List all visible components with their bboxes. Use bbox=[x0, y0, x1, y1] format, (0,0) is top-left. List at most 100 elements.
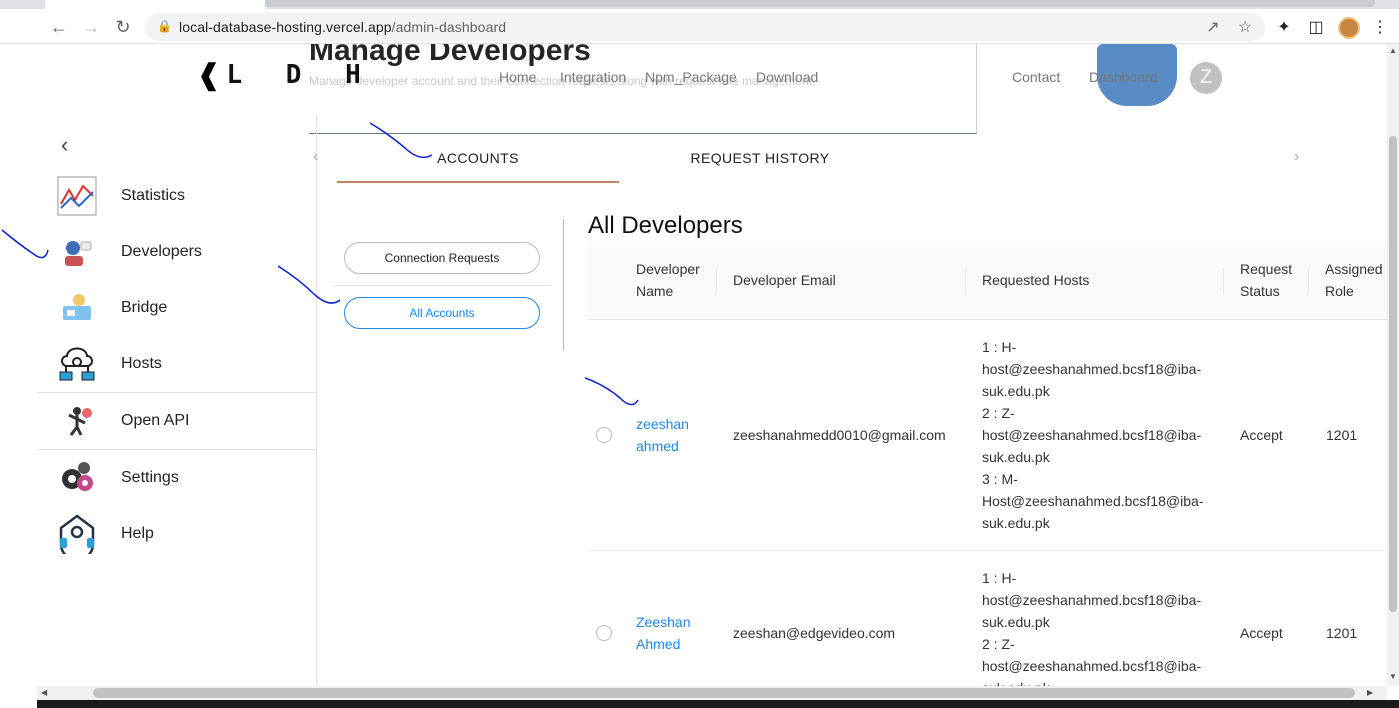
name-line: Zeeshan bbox=[636, 614, 691, 630]
section-divider bbox=[563, 219, 564, 351]
sidebar-item-label: Statistics bbox=[121, 187, 186, 204]
requested-hosts: 1 : H- host@zeeshanahmed.bcsf18@iba- suk… bbox=[982, 567, 1217, 686]
host-line: host@zeeshanahmed.bcsf18@iba- bbox=[982, 361, 1202, 377]
host-line: 1 : H- bbox=[982, 339, 1017, 355]
tab-scroll-right-icon[interactable]: › bbox=[1294, 148, 1299, 166]
logo-signal-icon: ❰ bbox=[197, 59, 221, 90]
profile-avatar[interactable] bbox=[1338, 17, 1360, 39]
row-select-radio[interactable] bbox=[596, 427, 612, 443]
scroll-right-icon[interactable]: ▶ bbox=[1367, 688, 1373, 697]
host-line: suk.edu.pk bbox=[982, 449, 1050, 465]
host-line: 2 : Z- bbox=[982, 405, 1015, 421]
filter-divider bbox=[333, 285, 551, 286]
host-line: suk.edu.pk bbox=[982, 614, 1050, 630]
column-label: Name bbox=[636, 283, 674, 299]
sidebar-item-settings[interactable]: Settings bbox=[37, 450, 316, 506]
url-text: local-database-hosting.vercel.app/admin-… bbox=[179, 19, 507, 35]
sidebar-item-developers[interactable]: Developers bbox=[37, 224, 316, 280]
menu-kebab-icon[interactable]: ⋮ bbox=[1370, 17, 1390, 37]
sidebar-item-help[interactable]: Help bbox=[37, 506, 316, 562]
column-developer-email[interactable]: Developer Email bbox=[733, 269, 836, 291]
name-line: Ahmed bbox=[636, 636, 681, 652]
host-line: 2 : Z- bbox=[982, 636, 1015, 652]
nav-contact[interactable]: Contact bbox=[1012, 69, 1060, 85]
developer-email: zeeshanahmedd0010@gmail.com bbox=[733, 427, 946, 443]
column-label: Status bbox=[1240, 283, 1280, 299]
nav-home[interactable]: Home bbox=[499, 69, 536, 85]
request-status: Accept bbox=[1240, 427, 1283, 443]
forward-arrow-icon[interactable]: → bbox=[79, 15, 103, 39]
assigned-role: 1201 bbox=[1326, 625, 1358, 641]
table-title: All Developers bbox=[588, 212, 743, 239]
sidebar-item-bridge[interactable]: Bridge bbox=[37, 280, 316, 336]
collapse-sidebar-icon[interactable]: ‹ bbox=[61, 132, 68, 158]
sidebar-item-open-api[interactable]: Open API bbox=[37, 393, 316, 449]
page-content: Manage Developers Manage developer accou… bbox=[37, 44, 1387, 686]
scroll-down-icon[interactable]: ▼ bbox=[1389, 672, 1397, 681]
sidebar-item-label: Help bbox=[121, 525, 154, 542]
help-icon bbox=[57, 514, 97, 554]
extensions-icon[interactable]: ✦ bbox=[1274, 17, 1294, 37]
column-label: Developer bbox=[636, 261, 700, 277]
active-tab-indicator bbox=[337, 181, 619, 183]
vertical-scroll-thumb[interactable] bbox=[1389, 136, 1397, 612]
column-label: Request bbox=[1240, 261, 1293, 277]
developer-name-link[interactable]: Zeeshan Ahmed bbox=[636, 611, 690, 655]
nav-integration[interactable]: Integration bbox=[560, 69, 626, 85]
nav-dashboard[interactable]: Dashboard bbox=[1089, 69, 1158, 85]
host-line: Host@zeeshanahmed.bcsf18@iba- bbox=[982, 493, 1204, 509]
column-requested-hosts[interactable]: Requested Hosts bbox=[982, 269, 1089, 291]
horizontal-scrollbar[interactable]: ◀ ▶ bbox=[37, 686, 1387, 700]
sidebar-item-label: Developers bbox=[121, 243, 202, 260]
reload-icon[interactable]: ↻ bbox=[111, 15, 135, 39]
tab-bar: ‹ ACCOUNTS REQUEST HISTORY › bbox=[313, 134, 1317, 184]
table-header: Developer Name Developer Email Requested… bbox=[588, 242, 1387, 320]
column-assigned-role[interactable]: Assigned Role bbox=[1325, 258, 1383, 302]
all-accounts-button[interactable]: All Accounts bbox=[344, 297, 540, 329]
column-separator bbox=[1223, 268, 1224, 294]
developer-icon bbox=[57, 232, 97, 272]
nav-npm-package[interactable]: Npm_Package bbox=[645, 69, 737, 85]
host-line: host@zeeshanahmed.bcsf18@iba- bbox=[982, 658, 1202, 674]
nav-download[interactable]: Download bbox=[756, 69, 818, 85]
column-developer-name[interactable]: Developer Name bbox=[636, 258, 700, 302]
sidebar-item-label: Hosts bbox=[121, 355, 162, 372]
column-label: Assigned bbox=[1325, 261, 1383, 277]
connection-requests-button[interactable]: Connection Requests bbox=[344, 242, 540, 274]
side-panel-icon[interactable]: ◫ bbox=[1306, 17, 1326, 37]
horizontal-scroll-thumb[interactable] bbox=[93, 688, 1355, 698]
sidebar-item-statistics[interactable]: Statistics bbox=[37, 168, 316, 224]
column-request-status[interactable]: Request Status bbox=[1240, 258, 1292, 302]
column-separator bbox=[716, 268, 717, 294]
host-line: 1 : H- bbox=[982, 570, 1017, 586]
logo[interactable]: ❰ L D H bbox=[197, 58, 375, 91]
sidebar-item-hosts[interactable]: Hosts bbox=[37, 336, 316, 392]
hosts-icon bbox=[57, 344, 97, 384]
browser-active-tab[interactable] bbox=[45, 0, 265, 9]
bridge-icon bbox=[57, 288, 97, 328]
sidebar-item-label: Open API bbox=[121, 412, 190, 429]
tab-accounts[interactable]: ACCOUNTS bbox=[337, 134, 619, 182]
column-label: Role bbox=[1325, 283, 1354, 299]
back-arrow-icon[interactable]: ← bbox=[47, 15, 71, 39]
scroll-left-icon[interactable]: ◀ bbox=[41, 688, 47, 697]
browser-tabstrip bbox=[0, 0, 1399, 9]
vertical-scrollbar[interactable]: ▲ ▼ bbox=[1387, 44, 1399, 686]
open-api-icon bbox=[57, 401, 97, 441]
logo-text: L D H bbox=[226, 59, 375, 90]
name-line: ahmed bbox=[636, 438, 679, 454]
developer-name-link[interactable]: zeeshan ahmed bbox=[636, 413, 689, 457]
scroll-up-icon[interactable]: ▲ bbox=[1389, 46, 1397, 55]
host-line: host@zeeshanahmed.bcsf18@iba- bbox=[982, 427, 1202, 443]
requested-hosts: 1 : H- host@zeeshanahmed.bcsf18@iba- suk… bbox=[982, 336, 1217, 534]
star-icon[interactable]: ☆ bbox=[1235, 17, 1255, 37]
tab-request-history[interactable]: REQUEST HISTORY bbox=[619, 134, 901, 182]
address-bar[interactable]: 🔒 local-database-hosting.vercel.app/admi… bbox=[145, 13, 1265, 41]
row-select-radio[interactable] bbox=[596, 625, 612, 641]
host-line: suk.edu.pk bbox=[982, 677, 1217, 686]
name-line: zeeshan bbox=[636, 416, 689, 432]
request-status: Accept bbox=[1240, 625, 1283, 641]
user-avatar[interactable]: Z bbox=[1190, 62, 1222, 94]
share-icon[interactable]: ↗ bbox=[1203, 17, 1223, 37]
tab-scroll-left-icon[interactable]: ‹ bbox=[313, 148, 318, 166]
